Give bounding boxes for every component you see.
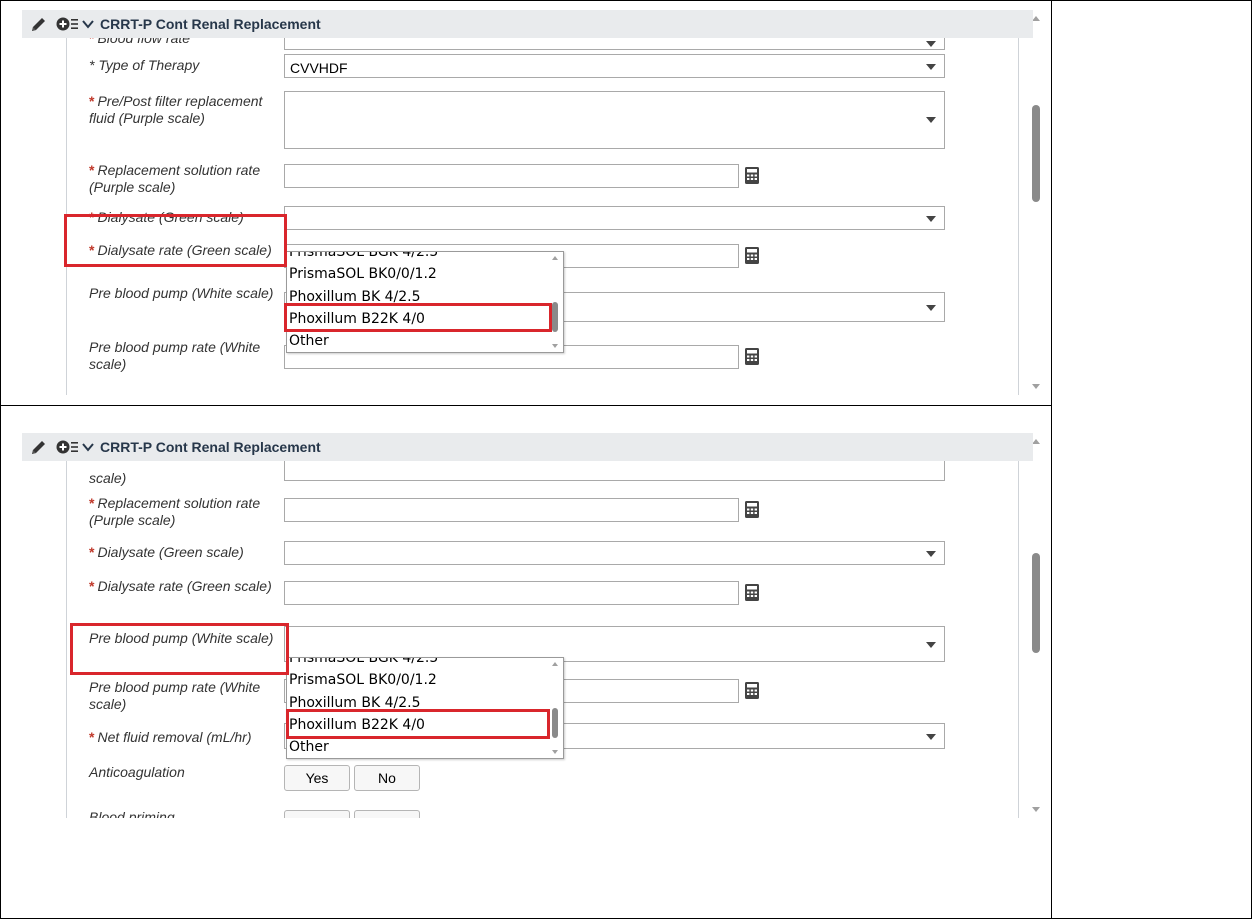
required-asterisk: * — [89, 544, 95, 560]
field-label: * Dialysate (Green scale) — [89, 544, 244, 560]
panel-scrollbar[interactable] — [1030, 433, 1042, 818]
panel-header: CRRT-P Cont Renal Replacement — [22, 10, 1033, 38]
panel-screenshot-1: CRRT-P Cont Renal Replacement * Blood flo… — [22, 10, 1042, 395]
add-list-icon[interactable] — [56, 16, 80, 32]
panel-header: CRRT-P Cont Renal Replacement — [22, 433, 1033, 461]
anticoagulation-yes-button[interactable]: Yes — [284, 765, 350, 791]
pencil-icon[interactable] — [30, 438, 48, 456]
dialysate-select[interactable] — [284, 541, 945, 565]
calculator-icon[interactable] — [745, 584, 759, 601]
caret-down-icon — [926, 642, 936, 648]
caret-down-icon — [926, 305, 936, 311]
option-item[interactable]: PrismaSOL BK0/0/1.2 — [289, 672, 437, 688]
blood-priming-yes-button[interactable] — [284, 810, 350, 818]
row-divider — [0, 405, 1052, 406]
dialysate-options-list[interactable]: PrismaSOL BGK 4/2.5 PrismaSOL BK0/0/1.2 … — [286, 251, 564, 353]
panel-title: CRRT-P Cont Renal Replacement — [100, 16, 321, 32]
replacement-solution-rate-input[interactable] — [284, 164, 739, 188]
add-list-icon[interactable] — [56, 439, 80, 455]
highlight-box — [286, 709, 550, 739]
option-item[interactable]: PrismaSOL BGK 4/2.5 — [289, 658, 438, 666]
highlight-box — [70, 623, 289, 675]
field-label: * Type of Therapy — [89, 57, 200, 73]
panel-title: CRRT-P Cont Renal Replacement — [100, 439, 321, 455]
highlight-box — [64, 214, 287, 267]
scroll-up-icon[interactable] — [1032, 439, 1040, 444]
chevron-down-icon[interactable] — [82, 18, 94, 30]
type-of-therapy-select[interactable]: CVVHDF — [284, 54, 945, 78]
field-label: * Pre/Post filter replacement fluid (Purp… — [89, 93, 263, 126]
blood-priming-no-button[interactable] — [354, 810, 420, 818]
required-asterisk: * — [89, 729, 95, 745]
pre-post-filter-select[interactable] — [284, 91, 945, 149]
column-divider — [1051, 0, 1052, 919]
caret-down-icon — [926, 64, 936, 70]
dialysate-select[interactable] — [284, 206, 945, 230]
calculator-icon[interactable] — [745, 501, 759, 518]
option-item[interactable]: Other — [289, 739, 329, 755]
field-label: scale) — [89, 470, 127, 486]
highlight-box — [284, 303, 552, 332]
field-label: * Dialysate rate (Green scale) — [89, 578, 272, 594]
scroll-down-icon[interactable] — [1032, 807, 1040, 812]
pencil-icon[interactable] — [30, 15, 48, 33]
dialysate-rate-input[interactable] — [284, 581, 739, 605]
field-label: Pre blood pump rate (White scale) — [89, 679, 261, 712]
field-label: Pre blood pump rate (White scale) — [89, 339, 261, 372]
anticoagulation-no-button[interactable]: No — [354, 765, 420, 791]
select-value: CVVHDF — [290, 60, 348, 76]
option-item[interactable]: PrismaSOL BK0/0/1.2 — [289, 266, 437, 282]
calculator-icon[interactable] — [745, 247, 759, 264]
scroll-thumb[interactable] — [1032, 105, 1040, 202]
scroll-down-icon[interactable] — [1032, 384, 1040, 389]
caret-down-icon — [926, 551, 936, 557]
options-scrollbar[interactable] — [551, 252, 561, 352]
required-asterisk: * — [89, 578, 95, 594]
field-label: Anticoagulation — [89, 764, 185, 780]
panel-scrollbar[interactable] — [1030, 10, 1042, 395]
replacement-solution-rate-input[interactable] — [284, 498, 739, 522]
pre-blood-pump-options-list[interactable]: PrismaSOL BGK 4/2.5 PrismaSOL BK0/0/1.2 … — [286, 657, 564, 759]
scroll-thumb[interactable] — [1032, 553, 1040, 653]
caret-down-icon — [926, 734, 936, 740]
caret-down-icon — [926, 117, 936, 123]
calculator-icon[interactable] — [745, 682, 759, 699]
option-item[interactable]: Other — [289, 333, 329, 349]
calculator-icon[interactable] — [745, 167, 759, 184]
options-scrollbar[interactable] — [551, 658, 561, 758]
panel-screenshot-2: CRRT-P Cont Renal Replacement scale) * Re… — [22, 433, 1042, 818]
field-label: * Net fluid removal (mL/hr) — [89, 729, 252, 745]
caret-down-icon — [926, 41, 936, 47]
chevron-down-icon[interactable] — [82, 441, 94, 453]
scroll-up-icon[interactable] — [1032, 16, 1040, 21]
field-label: Pre blood pump (White scale) — [89, 285, 274, 301]
field-label: * Replacement solution rate (Purple scale… — [89, 495, 261, 528]
required-asterisk: * — [89, 162, 95, 178]
field-label: * Replacement solution rate (Purple scale… — [89, 162, 261, 195]
option-item[interactable]: PrismaSOL BGK 4/2.5 — [289, 252, 438, 260]
required-asterisk: * — [89, 93, 95, 109]
required-asterisk: * — [89, 495, 95, 511]
field-label: Blood priming — [89, 809, 175, 818]
calculator-icon[interactable] — [745, 348, 759, 365]
caret-down-icon — [926, 216, 936, 222]
